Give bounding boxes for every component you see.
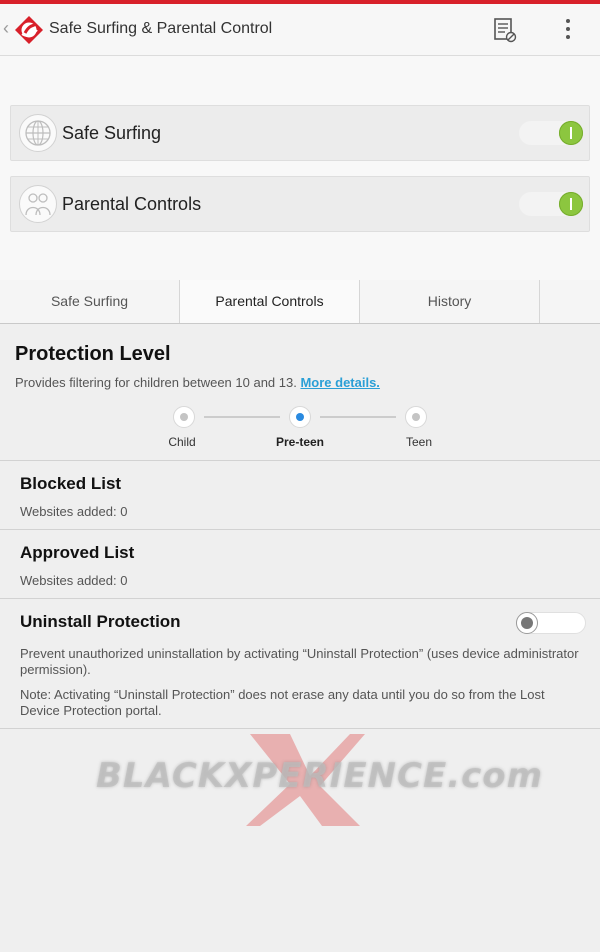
divider <box>0 529 600 530</box>
watermark-text: BLACKXPERIENCE.com <box>96 756 544 796</box>
level-teen-label: Teen <box>405 435 433 449</box>
level-slider-track <box>320 416 396 418</box>
tab-safe-surfing[interactable]: Safe Surfing <box>0 280 180 323</box>
uninstall-note: Note: Activating “Uninstall Protection” … <box>20 687 545 718</box>
level-teen-step[interactable] <box>405 406 427 428</box>
level-preteen-label: Pre-teen <box>275 435 325 449</box>
safe-surfing-row[interactable]: Safe Surfing <box>10 105 590 161</box>
protection-level-title: Protection Level <box>15 343 171 365</box>
uninstall-protection-title: Uninstall Protection <box>20 612 181 631</box>
back-chevron-icon[interactable]: ‹ <box>3 18 9 38</box>
protection-description: Provides filtering for children between … <box>15 375 380 390</box>
tab-overflow <box>540 280 600 323</box>
globe-icon <box>19 114 57 152</box>
safe-surfing-label: Safe Surfing <box>62 123 162 143</box>
level-child-step[interactable] <box>173 406 195 428</box>
blocked-list-count: Websites added: 0 <box>20 504 128 519</box>
toggle-knob <box>516 612 538 634</box>
tab-parental-controls[interactable]: Parental Controls <box>180 280 360 323</box>
tab-bar: Safe Surfing Parental Controls History <box>0 280 600 324</box>
trend-micro-logo-icon[interactable] <box>14 15 44 45</box>
parental-controls-toggle[interactable] <box>519 192 583 216</box>
approved-list-count: Websites added: 0 <box>20 573 128 588</box>
level-child-label: Child <box>168 435 196 449</box>
divider <box>0 460 600 461</box>
family-icon <box>19 185 57 223</box>
more-details-link[interactable]: More details. <box>300 375 379 390</box>
parental-controls-row[interactable]: Parental Controls <box>10 176 590 232</box>
overflow-menu-icon[interactable] <box>556 16 580 44</box>
uninstall-description: Prevent unauthorized uninstallation by a… <box>20 646 579 677</box>
document-icon[interactable] <box>493 17 517 43</box>
blocked-list-title: Blocked List <box>20 474 122 493</box>
watermark: BLACKXPERIENCE.com <box>60 730 560 830</box>
toggle-knob <box>559 192 583 216</box>
action-bar: ‹ Safe Surfing & Parental Control <box>0 4 600 56</box>
tab-history[interactable]: History <box>360 280 540 323</box>
divider <box>0 598 600 599</box>
feature-panel: Safe Surfing Parental Controls <box>0 56 600 280</box>
page-title: Safe Surfing & Parental Control <box>49 20 273 37</box>
toggle-knob <box>559 121 583 145</box>
parental-controls-label: Parental Controls <box>62 194 202 214</box>
safe-surfing-toggle[interactable] <box>519 121 583 145</box>
divider <box>0 728 600 729</box>
level-slider-track <box>204 416 280 418</box>
uninstall-protection-toggle[interactable] <box>516 612 586 634</box>
protection-description-text: Provides filtering for children between … <box>15 375 301 390</box>
level-preteen-step[interactable] <box>289 406 311 428</box>
approved-list-title: Approved List <box>20 543 135 562</box>
